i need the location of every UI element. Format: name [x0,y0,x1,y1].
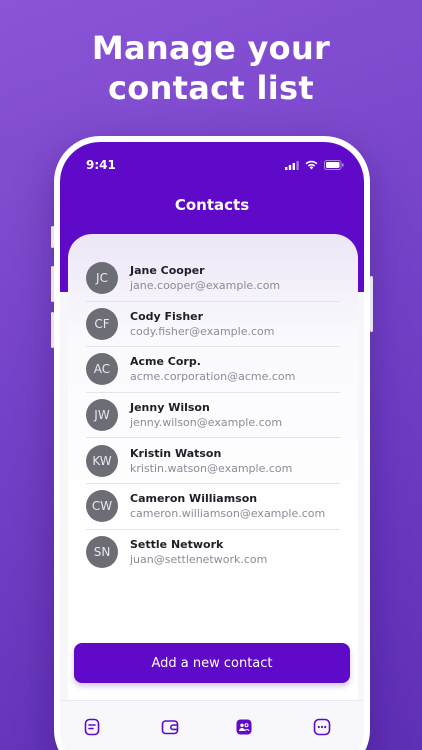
contact-name: Cody Fisher [130,309,204,323]
contact-row[interactable]: AC Acme Corp. acme.corporation@acme.com [86,347,340,393]
contact-email: juan@settlenetwork.com [130,553,268,567]
page-title: Contacts [174,196,250,214]
contact-row[interactable]: CW Cameron Williamson cameron.williamson@e… [86,484,340,530]
contact-avatar: SN [86,536,118,569]
headline-line-1: Manage your [91,29,331,67]
contact-avatar: JC [86,262,118,295]
tab-contacts[interactable] [234,717,254,737]
battery-icon [324,160,344,170]
wifi-icon [305,160,318,170]
contact-email: cody.fisher@example.com [130,324,275,338]
phone-mute-switch [51,226,54,248]
more-icon [313,718,331,736]
contact-name: Cameron Williamson [130,492,258,506]
contact-info: Jenny Wilson jenny.wilson@example.com [130,400,282,430]
contact-avatar: KW [86,444,118,477]
contact-avatar: AC [86,353,118,386]
contact-info: Jane Cooper jane.cooper@example.com [130,263,280,293]
contact-email: cameron.williamson@example.com [130,507,326,521]
contact-avatar: CW [86,490,118,523]
tab-more[interactable] [312,717,332,737]
tab-bar [60,700,364,750]
document-icon [84,718,100,736]
contact-name: Jane Cooper [130,264,205,278]
add-contact-button[interactable]: Add a new contact [74,643,350,683]
contacts-icon [236,719,252,735]
contact-name: Jenny Wilson [130,401,210,415]
status-time: 9:41 [86,158,116,172]
contact-row[interactable]: KW Kristin Watson kristin.watson@example.c… [86,438,340,484]
phone-volume-down [51,312,54,348]
contact-row[interactable]: JC Jane Cooper jane.cooper@example.com [86,256,340,302]
contact-email: jane.cooper@example.com [130,279,281,293]
contact-email: kristin.watson@example.com [130,461,293,475]
tab-wallet[interactable] [160,717,180,737]
signal-icon [285,160,299,170]
contact-email: acme.corporation@acme.com [130,370,296,384]
wallet-icon [161,720,179,735]
phone-screen: 9:41 Contacts JC Jane Cooper jane.cooper… [60,142,364,750]
headline: Manage your contact list [0,28,422,108]
tab-documents[interactable] [82,717,102,737]
contact-avatar: JW [86,399,118,432]
contact-name: Settle Network [130,538,224,552]
phone-power-button [370,276,373,332]
contact-row[interactable]: SN Settle Network juan@settlenetwork.com [86,530,340,576]
contact-row[interactable]: CF Cody Fisher cody.fisher@example.com [86,302,340,348]
contact-list: JC Jane Cooper jane.cooper@example.com CF Co… [86,256,340,575]
contact-info: Acme Corp. acme.corporation@acme.com [130,354,295,384]
contact-name: Acme Corp. [130,355,201,369]
status-icons [285,160,344,170]
contact-info: Settle Network juan@settlenetwork.com [130,537,267,567]
phone-volume-up [51,266,54,302]
phone-frame: 9:41 Contacts JC Jane Cooper jane.cooper… [51,136,373,750]
contact-avatar: CF [86,307,118,340]
contact-info: Cameron Williamson cameron.williamson@exa… [130,491,325,521]
contact-info: Cody Fisher cody.fisher@example.com [130,309,274,339]
contact-row[interactable]: JW Jenny Wilson jenny.wilson@example.com [86,393,340,439]
contact-name: Kristin Watson [130,446,222,460]
contact-email: jenny.wilson@example.com [130,416,283,430]
headline-line-2: contact list [108,69,314,107]
contact-info: Kristin Watson kristin.watson@example.com [130,446,292,476]
status-bar: 9:41 [86,156,344,174]
